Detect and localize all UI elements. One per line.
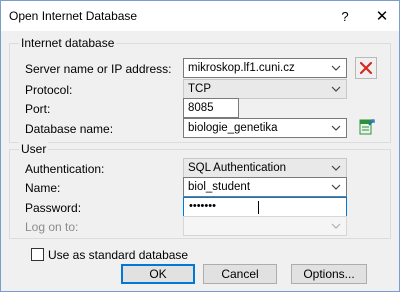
- standard-database-checkbox[interactable]: [31, 248, 44, 261]
- authentication-value: SQL Authentication: [188, 162, 287, 174]
- authentication-label: Authentication:: [25, 162, 105, 176]
- close-button[interactable]: ✕: [371, 6, 393, 28]
- port-label: Port:: [25, 102, 51, 116]
- window-title: Open Internet Database: [9, 9, 138, 23]
- ok-button[interactable]: OK: [121, 264, 195, 284]
- text-caret: [258, 201, 259, 214]
- name-value: biol_student: [188, 181, 251, 193]
- database-name-label: Database name:: [25, 122, 114, 136]
- name-combobox[interactable]: biol_student: [183, 177, 347, 197]
- delete-server-button[interactable]: [355, 57, 377, 79]
- chevron-down-icon[interactable]: [330, 119, 342, 137]
- server-combobox[interactable]: mikroskop.lf1.cuni.cz: [183, 58, 347, 78]
- red-x-icon: [359, 61, 373, 75]
- database-name-combobox[interactable]: biologie_genetika: [183, 118, 347, 138]
- password-field[interactable]: •••••••: [183, 197, 347, 217]
- chevron-down-icon[interactable]: [330, 217, 342, 235]
- options-button[interactable]: Options...: [291, 264, 367, 284]
- standard-database-label[interactable]: Use as standard database: [48, 248, 188, 262]
- chevron-down-icon[interactable]: [330, 159, 342, 177]
- password-value: •••••••: [189, 200, 216, 212]
- browse-database-button[interactable]: [355, 116, 377, 138]
- internet-database-group-label: Internet database: [19, 36, 117, 50]
- name-label: Name:: [25, 181, 61, 195]
- authentication-combobox[interactable]: SQL Authentication: [183, 158, 347, 178]
- protocol-label: Protocol:: [25, 83, 73, 97]
- title-bar: Open Internet Database ? ✕: [1, 1, 399, 31]
- password-label: Password:: [25, 201, 82, 215]
- port-value: 8085: [188, 102, 214, 114]
- database-icon: [359, 119, 375, 135]
- chevron-down-icon[interactable]: [330, 80, 342, 98]
- database-name-value: biologie_genetika: [188, 122, 278, 134]
- user-group-label: User: [19, 142, 49, 156]
- open-internet-database-dialog: Open Internet Database ? ✕ Internet data…: [0, 0, 400, 292]
- protocol-combobox[interactable]: TCP: [183, 79, 347, 99]
- log-on-to-label: Log on to:: [25, 220, 79, 234]
- help-button[interactable]: ?: [335, 7, 355, 27]
- chevron-down-icon[interactable]: [330, 178, 342, 196]
- server-value: mikroskop.lf1.cuni.cz: [188, 62, 295, 74]
- port-field[interactable]: 8085: [183, 98, 239, 118]
- chevron-down-icon[interactable]: [330, 59, 342, 77]
- server-label: Server name or IP address:: [25, 62, 172, 76]
- protocol-value: TCP: [188, 83, 211, 95]
- cancel-button[interactable]: Cancel: [203, 264, 277, 284]
- log-on-to-combobox[interactable]: [183, 216, 347, 236]
